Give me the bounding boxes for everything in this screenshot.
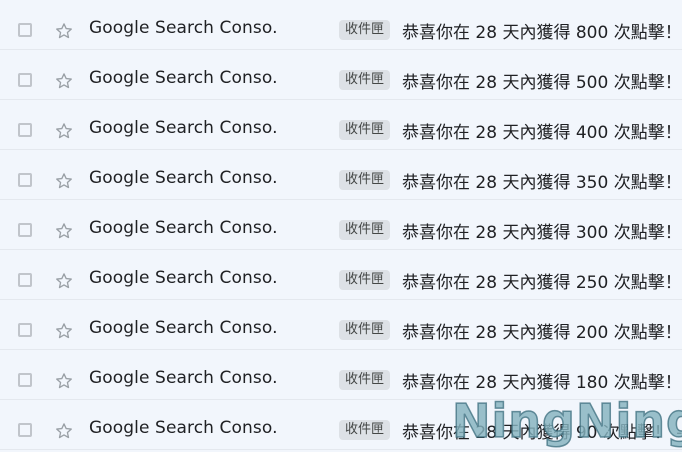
sender-name: Google Search Conso. [89, 218, 278, 238]
inbox-label-badge[interactable]: 收件匣 [339, 370, 391, 390]
inbox-label-badge[interactable]: 收件匣 [339, 20, 391, 40]
email-row[interactable]: Google Search Conso. 收件匣 恭喜你在 28 天內獲得 50… [0, 50, 682, 100]
email-subject: 恭喜你在 28 天內獲得 250 次點擊！ [402, 273, 682, 293]
email-subject: 恭喜你在 28 天內獲得 350 次點擊！ [402, 173, 682, 193]
select-checkbox[interactable] [18, 23, 32, 37]
star-icon[interactable] [54, 421, 74, 441]
sender-name: Google Search Conso. [89, 368, 278, 388]
email-row[interactable]: Google Search Conso. 收件匣 恭喜你在 28 天內獲得 18… [0, 350, 682, 400]
star-icon[interactable] [54, 171, 74, 191]
email-subject: 恭喜你在 28 天內獲得 300 次點擊！ [402, 223, 682, 243]
inbox-label-badge[interactable]: 收件匣 [339, 70, 391, 90]
email-row[interactable]: Google Search Conso. 收件匣 恭喜你在 28 天內獲得 20… [0, 300, 682, 350]
select-checkbox[interactable] [18, 173, 32, 187]
sender-name: Google Search Conso. [89, 68, 278, 88]
sender-name: Google Search Conso. [89, 168, 278, 188]
select-checkbox[interactable] [18, 123, 32, 137]
inbox-label-badge[interactable]: 收件匣 [339, 420, 391, 440]
inbox-label-badge[interactable]: 收件匣 [339, 170, 391, 190]
select-checkbox[interactable] [18, 373, 32, 387]
star-icon[interactable] [54, 371, 74, 391]
select-checkbox[interactable] [18, 223, 32, 237]
star-icon[interactable] [54, 121, 74, 141]
inbox-label-badge[interactable]: 收件匣 [339, 120, 391, 140]
email-row[interactable]: Google Search Conso. 收件匣 恭喜你在 28 天內獲得 40… [0, 100, 682, 150]
email-row[interactable]: Google Search Conso. 收件匣 恭喜你在 28 天內獲得 80… [0, 0, 682, 50]
sender-name: Google Search Conso. [89, 418, 278, 438]
select-checkbox[interactable] [18, 423, 32, 437]
star-icon[interactable] [54, 71, 74, 91]
email-row[interactable]: Google Search Conso. 收件匣 恭喜你在 28 天內獲得 35… [0, 150, 682, 200]
email-subject: 恭喜你在 28 天內獲得 180 次點擊！ - [402, 373, 682, 393]
email-subject: 恭喜你在 28 天內獲得 90 次點擊！ - [402, 423, 682, 443]
star-icon[interactable] [54, 271, 74, 291]
email-subject: 恭喜你在 28 天內獲得 400 次點擊！ [402, 123, 682, 143]
email-subject: 恭喜你在 28 天內獲得 500 次點擊！ [402, 73, 682, 93]
email-row[interactable]: Google Search Conso. 收件匣 恭喜你在 28 天內獲得 25… [0, 250, 682, 300]
star-icon[interactable] [54, 21, 74, 41]
sender-name: Google Search Conso. [89, 18, 278, 38]
sender-name: Google Search Conso. [89, 118, 278, 138]
select-checkbox[interactable] [18, 73, 32, 87]
email-row[interactable]: Google Search Conso. 收件匣 恭喜你在 28 天內獲得 90… [0, 400, 682, 450]
star-icon[interactable] [54, 221, 74, 241]
select-checkbox[interactable] [18, 323, 32, 337]
email-row[interactable]: Google Search Conso. 收件匣 恭喜你在 28 天內獲得 30… [0, 200, 682, 250]
inbox-label-badge[interactable]: 收件匣 [339, 220, 391, 240]
star-icon[interactable] [54, 321, 74, 341]
select-checkbox[interactable] [18, 273, 32, 287]
email-subject: 恭喜你在 28 天內獲得 200 次點擊！ [402, 323, 682, 343]
email-subject: 恭喜你在 28 天內獲得 800 次點擊！ [402, 23, 682, 43]
inbox-label-badge[interactable]: 收件匣 [339, 270, 391, 290]
sender-name: Google Search Conso. [89, 268, 278, 288]
email-list: Google Search Conso. 收件匣 恭喜你在 28 天內獲得 80… [0, 0, 682, 450]
sender-name: Google Search Conso. [89, 318, 278, 338]
inbox-label-badge[interactable]: 收件匣 [339, 320, 391, 340]
